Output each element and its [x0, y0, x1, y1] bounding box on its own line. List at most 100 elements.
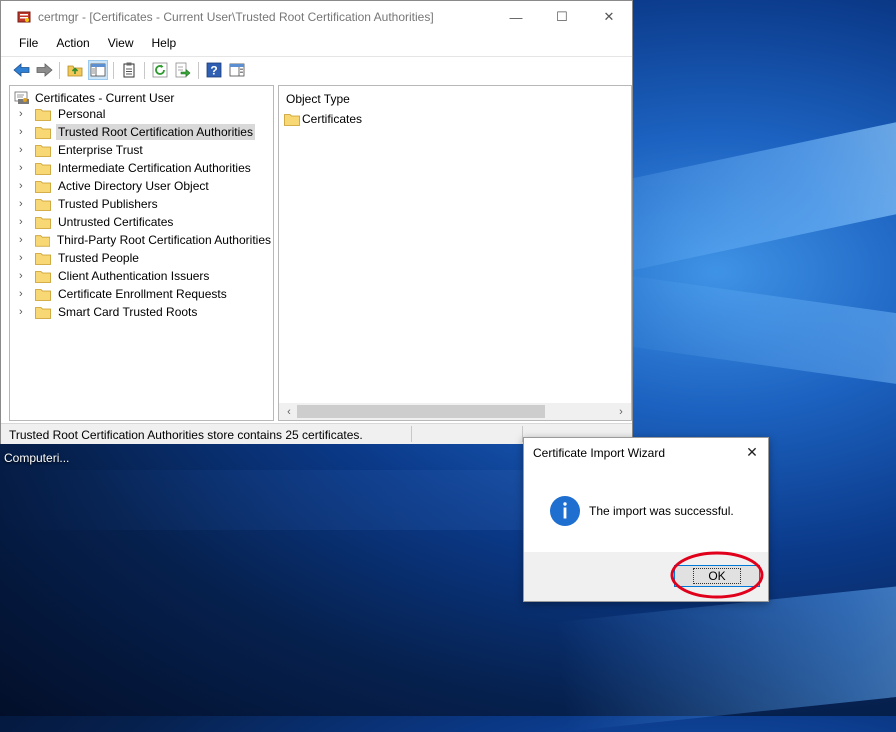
tree-item-client-auth-issuers[interactable]: › Client Authentication Issuers [10, 267, 273, 285]
show-hide-tree-icon[interactable] [88, 60, 108, 80]
tree-item-label: Client Authentication Issuers [58, 269, 210, 283]
close-button[interactable]: ✕ [586, 1, 632, 33]
minimize-button[interactable]: — [493, 1, 539, 33]
tree-item-active-directory[interactable]: › Active Directory User Object [10, 177, 273, 195]
help-icon[interactable]: ? [204, 60, 224, 80]
chevron-right-icon[interactable]: › [19, 306, 31, 318]
chevron-right-icon[interactable]: › [19, 216, 31, 228]
tree-item-personal[interactable]: › Personal [10, 105, 273, 123]
tree-item-label: Smart Card Trusted Roots [58, 305, 198, 319]
folder-icon [35, 144, 51, 157]
tree-item-label: Active Directory User Object [58, 179, 209, 193]
ok-button[interactable]: OK [674, 565, 760, 587]
folder-icon [35, 108, 51, 121]
tree-item-label: Third-Party Root Certification Authoriti… [56, 233, 271, 247]
tree-list: › Personal › Trusted Root Certification Au… [10, 105, 273, 321]
folder-icon [34, 234, 50, 247]
folder-icon [35, 180, 51, 193]
tree-item-label: Untrusted Certificates [58, 215, 174, 229]
toolbar-separator [113, 62, 114, 79]
tree-item-trusted-people[interactable]: › Trusted People [10, 249, 273, 267]
list-item[interactable]: Certificates [284, 112, 362, 126]
up-folder-icon[interactable] [65, 60, 85, 80]
dialog-close-button[interactable]: ✕ [741, 442, 763, 462]
information-icon [550, 496, 580, 526]
dialog-message: The import was successful. [589, 504, 734, 518]
tree-item-label: Certificate Enrollment Requests [58, 287, 227, 301]
certmgr-window: certmgr - [Certificates - Current User\T… [0, 0, 633, 444]
tree-item-third-party-root[interactable]: › Third-Party Root Certification Authorit… [10, 231, 273, 249]
certificate-store-icon [14, 91, 29, 104]
svg-text:?: ? [210, 64, 217, 78]
menu-help[interactable]: Help [143, 33, 186, 55]
certmgr-app-icon [17, 11, 31, 23]
tree-item-label: Intermediate Certification Authorities [58, 161, 251, 175]
tree-item-enterprise-trust[interactable]: › Enterprise Trust [10, 141, 273, 159]
list-pane[interactable]: Object Type Certificates ‹ › [278, 85, 632, 421]
tree-root-label: Certificates - Current User [35, 91, 175, 105]
back-arrow-icon[interactable] [11, 60, 31, 80]
folder-icon [35, 126, 51, 139]
dialog-title: Certificate Import Wizard [533, 446, 666, 460]
scrollbar-thumb[interactable] [297, 405, 545, 418]
export-list-icon[interactable] [173, 60, 193, 80]
forward-arrow-icon[interactable] [34, 60, 54, 80]
folder-icon [35, 306, 51, 319]
menu-file[interactable]: File [1, 33, 47, 55]
chevron-right-icon[interactable]: › [19, 162, 31, 174]
folder-icon [35, 288, 51, 301]
window-title: certmgr - [Certificates - Current User\T… [38, 10, 434, 24]
chevron-right-icon[interactable]: › [19, 234, 31, 246]
maximize-button[interactable]: ☐ [539, 1, 585, 33]
chevron-right-icon[interactable]: › [19, 252, 31, 264]
toolbar-separator [59, 62, 60, 79]
tree-item-label: Trusted People [58, 251, 139, 265]
folder-icon [35, 270, 51, 283]
list-item-label: Certificates [302, 112, 363, 126]
horizontal-scrollbar[interactable]: ‹ › [279, 403, 631, 420]
chevron-right-icon[interactable]: › [19, 180, 31, 192]
tree-item-label: Trusted Root Certification Authorities [56, 124, 255, 140]
tree-item-trusted-publishers[interactable]: › Trusted Publishers [10, 195, 273, 213]
action-pane-icon[interactable] [227, 60, 247, 80]
chevron-right-icon[interactable]: › [19, 108, 31, 120]
folder-icon [35, 216, 51, 229]
tree-item-label: Trusted Publishers [58, 197, 158, 211]
tree-pane[interactable]: Certificates - Current User › Personal › T… [9, 85, 274, 421]
toolbar-separator [198, 62, 199, 79]
chevron-right-icon[interactable]: › [19, 288, 31, 300]
folder-icon [35, 252, 51, 265]
scroll-right-icon[interactable]: › [613, 404, 629, 419]
chevron-right-icon[interactable]: › [19, 270, 31, 282]
tree-item-label: Personal [58, 107, 106, 121]
import-wizard-dialog: Certificate Import Wizard ✕ The import w… [523, 437, 769, 602]
wallpaper-beam [0, 470, 560, 530]
menu-bar: File Action View Help [1, 33, 632, 55]
toolbar-separator [144, 62, 145, 79]
chevron-right-icon[interactable]: › [19, 144, 31, 156]
tree-item-untrusted[interactable]: › Untrusted Certificates [10, 213, 273, 231]
status-divider [411, 426, 412, 442]
ok-button-label: OK [693, 568, 741, 584]
tree-item-intermediate[interactable]: › Intermediate Certification Authorities [10, 159, 273, 177]
scroll-left-icon[interactable]: ‹ [281, 404, 297, 419]
tree-item-smart-card-roots[interactable]: › Smart Card Trusted Roots [10, 303, 273, 321]
tree-item-label: Enterprise Trust [58, 143, 143, 157]
dialog-footer: OK [524, 552, 768, 601]
desktop-icon-label[interactable]: Computeri... [4, 451, 69, 465]
tree-item-enrollment-requests[interactable]: › Certificate Enrollment Requests [10, 285, 273, 303]
folder-icon [284, 113, 300, 126]
chevron-right-icon[interactable]: › [19, 198, 31, 210]
toolbar: ? [1, 56, 632, 84]
folder-icon [35, 198, 51, 211]
chevron-right-icon[interactable]: › [19, 126, 31, 138]
clipboard-icon[interactable] [119, 60, 139, 80]
menu-action[interactable]: Action [47, 33, 98, 55]
menu-view[interactable]: View [99, 33, 143, 55]
tree-item-trusted-root[interactable]: › Trusted Root Certification Authorities [10, 123, 273, 141]
status-text: Trusted Root Certification Authorities s… [9, 428, 363, 442]
title-bar[interactable]: certmgr - [Certificates - Current User\T… [1, 1, 632, 33]
refresh-icon[interactable] [150, 60, 170, 80]
column-header-object-type[interactable]: Object Type [286, 92, 350, 106]
wallpaper-beam [597, 272, 896, 398]
